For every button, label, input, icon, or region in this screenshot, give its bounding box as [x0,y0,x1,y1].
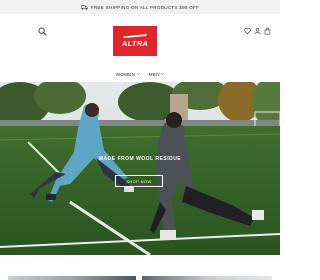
collection-tile[interactable] [8,276,136,280]
heart-icon[interactable] [244,27,251,35]
main-nav: WOMEN MEN [0,68,280,80]
brand-logo[interactable]: ALTRA [113,26,157,56]
nav-item-label: WOMEN [115,71,136,77]
product-strip [0,255,280,280]
shop-now-button[interactable]: SHOP NOW [115,175,163,187]
hero-photo [0,82,280,255]
hero-headline: MADE FROM WOOL RESIDUE [98,156,182,162]
user-icon[interactable] [254,27,261,35]
nav-item-women[interactable]: WOMEN [116,72,140,77]
promo-bar: FREE SHIPPING ON ALL PRODUCTS $99 OFF [0,0,280,14]
svg-text:ALTRA: ALTRA [121,39,148,48]
altra-logo-mark: ALTRA [121,34,148,48]
nav-item-men[interactable]: MEN [149,72,165,77]
bag-icon[interactable] [264,27,271,35]
chevron-down-icon [136,73,140,75]
collection-tile[interactable] [142,276,272,280]
site-header: ALTRA WOMEN MEN [0,14,280,82]
search-icon[interactable] [38,27,47,36]
chevron-down-icon [161,73,165,75]
hero-banner: MADE FROM WOOL RESIDUE SHOP NOW [0,82,280,255]
nav-item-label: MEN [148,71,160,77]
promo-text: FREE SHIPPING ON ALL PRODUCTS $99 OFF [90,4,200,10]
truck-icon [80,4,88,10]
